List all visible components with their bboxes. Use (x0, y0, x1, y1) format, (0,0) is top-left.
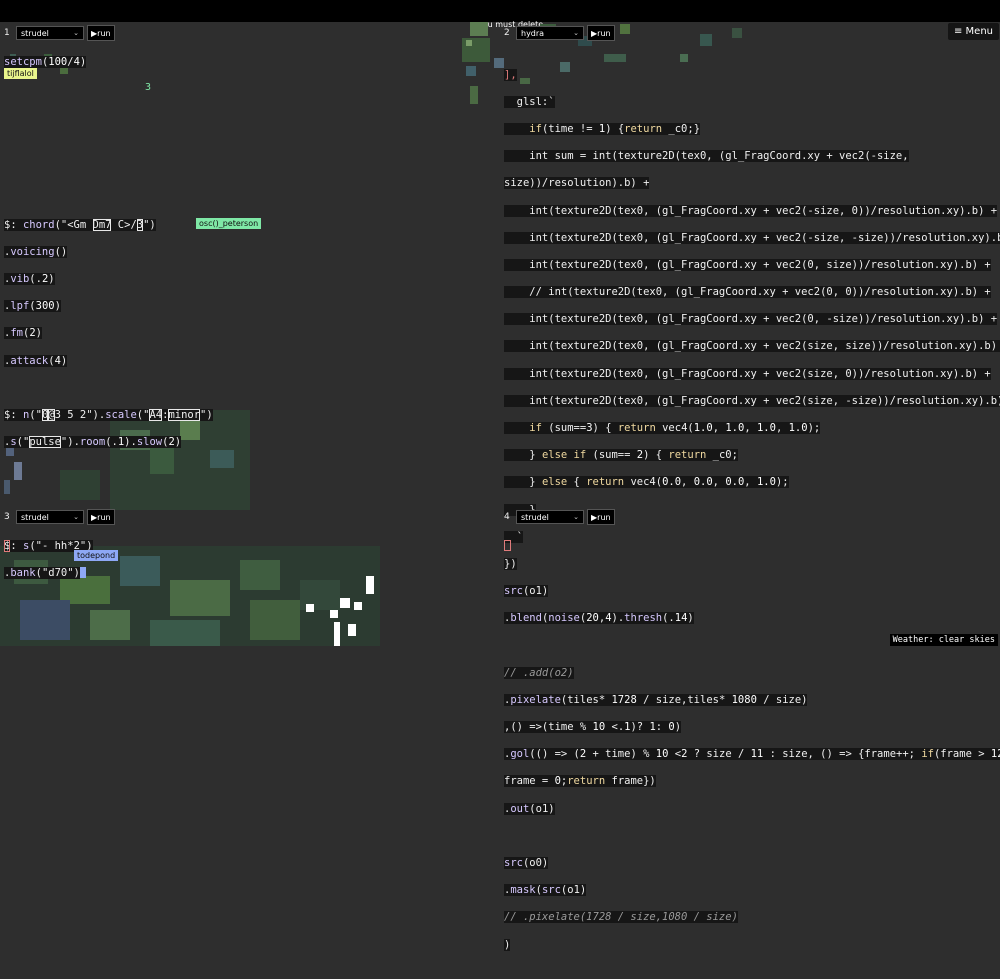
pane-3-number: 3 (4, 512, 10, 522)
top-bar (0, 0, 1000, 22)
stray-glyph: 3 (145, 82, 152, 93)
pane-3-engine-select[interactable]: strudel ⌄ (16, 510, 84, 524)
editor-pane-1[interactable]: 1 strudel ⌄ ▶run setcpm(100/4) $: chord(… (0, 22, 500, 506)
pane-1-run-button[interactable]: ▶run (87, 25, 115, 41)
text-cursor (504, 539, 511, 551)
pane-2-engine-select[interactable]: hydra ⌄ (516, 26, 584, 40)
editor-pane-4[interactable]: 4 strudel ⌄ ▶run (500, 506, 1000, 646)
pane-4-number: 4 (504, 512, 510, 522)
chevron-down-icon: ⌄ (573, 513, 579, 521)
pane-4-engine-value: strudel (521, 512, 549, 522)
editor-pane-2[interactable]: 2 hydra ⌄ ▶run ], glsl:` if(time != 1) {… (500, 22, 1000, 951)
chevron-down-icon: ⌄ (573, 29, 579, 37)
user-tag-osc-peterson: osc()_peterson (196, 218, 262, 229)
pane-3-code[interactable]: $: s("- hh*2") .bank("d70") (4, 526, 93, 608)
pane-4-engine-select[interactable]: strudel ⌄ (516, 510, 584, 524)
chevron-down-icon: ⌄ (73, 513, 79, 521)
editor-pane-3[interactable]: 3 strudel ⌄ ▶run $: s("- hh*2") .bank("d… (0, 506, 500, 646)
pane-2-number: 2 (504, 28, 510, 38)
pane-1-engine-value: strudel (21, 28, 49, 38)
pane-2-engine-value: hydra (521, 28, 545, 38)
pane-3-run-button[interactable]: ▶run (87, 509, 115, 525)
pane-4-run-button[interactable]: ▶run (587, 509, 615, 525)
pane-4-header: 4 strudel ⌄ ▶run (504, 509, 615, 525)
pane-3-header: 3 strudel ⌄ ▶run (4, 509, 115, 525)
pane-3-engine-value: strudel (21, 512, 49, 522)
pane-1-engine-select[interactable]: strudel ⌄ (16, 26, 84, 40)
chevron-down-icon: ⌄ (73, 29, 79, 37)
user-tag-todepond: todepond (74, 550, 119, 561)
pane-1-code[interactable]: setcpm(100/4) $: chord("<Gm Dm7 C>/3") .… (4, 42, 213, 477)
user-tag-tijflalol: tijflalol (4, 68, 37, 79)
weather-status: Weather: clear skies (889, 634, 998, 646)
pane-2-run-button[interactable]: ▶run (587, 25, 615, 41)
pane-2-header: 2 hydra ⌄ ▶run (504, 25, 615, 41)
pane-1-header: 1 strudel ⌄ ▶run (4, 25, 115, 41)
pane-4-code[interactable] (504, 526, 517, 580)
pane-1-number: 1 (4, 28, 10, 38)
